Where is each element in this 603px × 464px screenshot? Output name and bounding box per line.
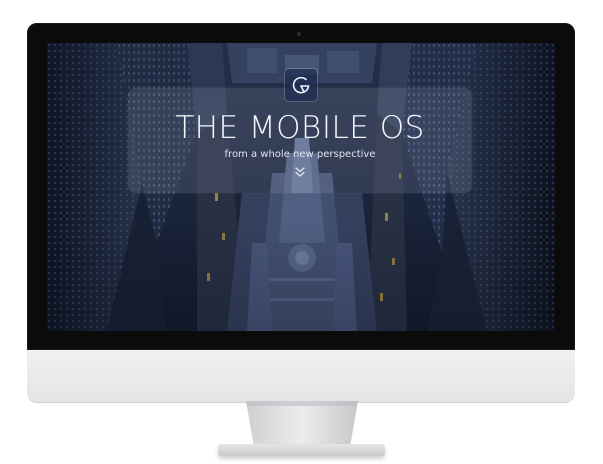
hero-subtitle: from a whole new perspective xyxy=(224,149,376,160)
monitor-stand-base xyxy=(218,444,385,456)
monitor-chin xyxy=(27,350,575,402)
hero-title: THE MOBILE OS xyxy=(175,110,425,146)
camera-icon xyxy=(297,32,301,36)
g-logo-icon xyxy=(292,76,310,94)
website-screen: THE MOBILE OS from a whole new perspecti… xyxy=(47,43,555,331)
logo-button[interactable] xyxy=(285,69,317,101)
imac-monitor: THE MOBILE OS from a whole new perspecti… xyxy=(0,0,603,464)
monitor-stand xyxy=(246,401,358,447)
double-chevron-down-icon[interactable] xyxy=(293,165,307,179)
